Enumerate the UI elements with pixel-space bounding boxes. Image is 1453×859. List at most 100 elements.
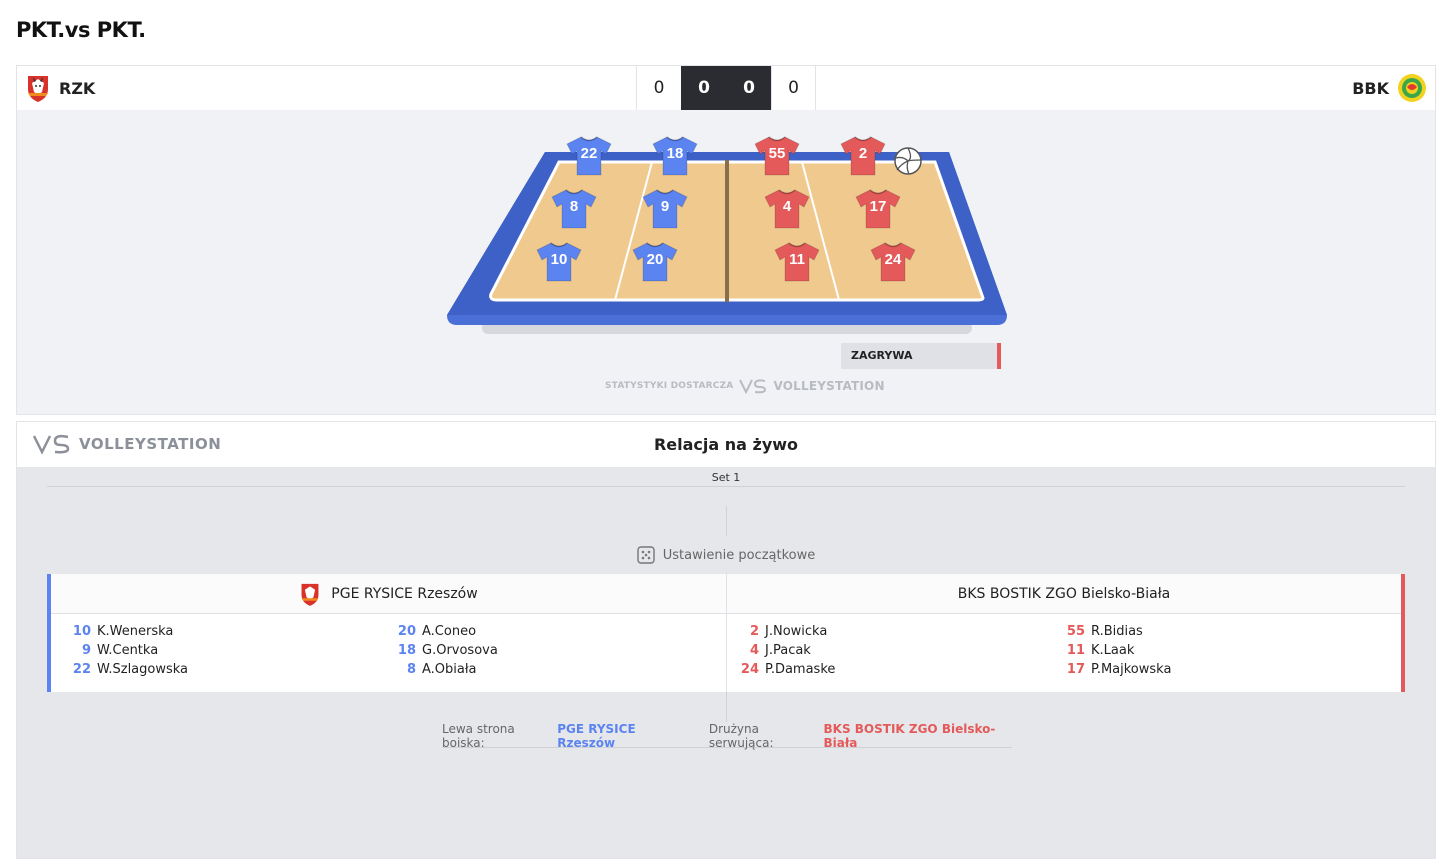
home-lineup-col1: 10 K.Wenerska 9 W.Centka 22 W.Szlagowska — [61, 622, 188, 679]
volleyball-icon — [894, 147, 922, 175]
serving-label: Drużyna serwująca: — [708, 721, 774, 750]
away-lineup-header: BKS BOSTIK ZGO Bielsko-Biała — [727, 574, 1401, 614]
initial-lineup-heading: Ustawienie początkowe — [17, 546, 1435, 564]
player-number: 8 — [406, 662, 416, 677]
away-lineup-col1: 2 J.Nowicka 4 J.Pacak 24 P.Damaske — [729, 622, 835, 679]
away-player-jersey[interactable]: 4 — [763, 188, 811, 230]
lineup-player: 18 G.Orvosova — [386, 641, 498, 660]
score-boxes: 0 0 0 0 — [636, 66, 816, 110]
lineup-player: 4 J.Pacak — [729, 641, 835, 660]
player-number: 11 — [1066, 643, 1085, 658]
timeline-connector — [726, 506, 727, 536]
player-number: 22 — [72, 662, 91, 677]
lineup-player: 17 P.Majkowska — [1055, 660, 1172, 679]
jersey-number: 4 — [782, 198, 792, 215]
away-player-jersey[interactable]: 55 — [753, 135, 801, 177]
player-name: A.Coneo — [422, 624, 477, 639]
player-name: P.Damaske — [765, 662, 836, 677]
jersey-number: 18 — [666, 145, 684, 162]
player-name: W.Szlagowska — [97, 662, 189, 677]
away-lineup: BKS BOSTIK ZGO Bielsko-Biała 2 J.Nowicka 4… — [726, 574, 1405, 692]
lineup-player: 8 A.Obiała — [386, 660, 498, 679]
jersey-number: 20 — [646, 251, 664, 268]
scoreboard: RZK 0 0 0 0 BBK — [16, 65, 1436, 111]
home-player-jersey[interactable]: 8 — [550, 188, 598, 230]
player-number: 55 — [1066, 624, 1085, 639]
court-panel: 22 18 8 9 10 20 55 2 4 17 11 24 ZAGRYWA STATYSTYKI … — [16, 110, 1436, 415]
away-player-jersey[interactable]: 24 — [869, 241, 917, 283]
away-player-jersey[interactable]: 11 — [773, 241, 821, 283]
lineup-grid-icon — [637, 546, 655, 564]
home-team-logo-icon — [301, 583, 319, 606]
lineup-player: 2 J.Nowicka — [729, 622, 835, 641]
player-name: K.Wenerska — [97, 624, 174, 639]
away-team[interactable]: BBK — [1352, 66, 1427, 110]
player-number: 9 — [81, 643, 91, 658]
player-number: 20 — [397, 624, 416, 639]
initial-lineup-label: Ustawienie początkowe — [662, 547, 816, 563]
jersey-number: 2 — [858, 145, 868, 162]
lineup-player: 22 W.Szlagowska — [61, 660, 188, 679]
initial-lineup: PGE RYSICE Rzeszów 10 K.Wenerska 9 W.Centka… — [47, 574, 1405, 692]
stats-provider: STATYSTYKI DOSTARCZA VOLLEYSTATION — [605, 378, 885, 394]
home-team-name: PGE RYSICE Rzeszów — [331, 585, 478, 602]
jersey-number: 17 — [869, 198, 887, 215]
set-label: Set 1 — [47, 468, 1405, 487]
away-player-jersey[interactable]: 17 — [854, 188, 902, 230]
side-serve-info: Lewa strona boiska: PGE RYSICE Rzeszów D… — [442, 721, 1012, 750]
player-number: 4 — [749, 643, 759, 658]
left-side-team: PGE RYSICE Rzeszów — [557, 721, 636, 750]
lineup-player: 9 W.Centka — [61, 641, 188, 660]
home-lineup-header: PGE RYSICE Rzeszów — [51, 574, 726, 614]
player-number: 24 — [740, 662, 759, 677]
left-side-label: Lewa strona boiska: — [442, 721, 515, 750]
timeline-connector — [726, 692, 727, 722]
player-number: 10 — [72, 624, 91, 639]
jersey-number: 24 — [884, 251, 902, 268]
home-team[interactable]: RZK — [25, 66, 95, 110]
jersey-number: 55 — [768, 145, 786, 162]
player-name: W.Centka — [97, 643, 159, 658]
jersey-number: 22 — [580, 145, 598, 162]
lineup-player: 10 K.Wenerska — [61, 622, 188, 641]
away-team-logo-icon — [1398, 74, 1426, 102]
player-number: 17 — [1066, 662, 1085, 677]
jersey-number: 9 — [660, 198, 670, 215]
provider-name: VOLLEYSTATION — [773, 379, 885, 393]
provider-prefix: STATYSTYKI DOSTARCZA — [605, 381, 734, 391]
home-player-jersey[interactable]: 20 — [631, 241, 679, 283]
player-name: A.Obiała — [422, 662, 477, 677]
home-player-jersey[interactable]: 18 — [651, 135, 699, 177]
home-player-jersey[interactable]: 22 — [565, 135, 613, 177]
lineup-player: 20 A.Coneo — [386, 622, 498, 641]
away-player-jersey[interactable]: 2 — [839, 135, 887, 177]
player-name: K.Laak — [1091, 643, 1135, 658]
home-player-jersey[interactable]: 9 — [641, 188, 689, 230]
home-sets: 0 — [681, 66, 726, 110]
lineup-player: 55 R.Bidias — [1055, 622, 1171, 641]
lineup-player: 24 P.Damaske — [729, 660, 835, 679]
player-number: 2 — [749, 624, 759, 639]
player-number: 18 — [397, 643, 416, 658]
home-lineup-col2: 20 A.Coneo 18 G.Orvosova 8 A.Obiała — [386, 622, 498, 679]
home-points: 0 — [636, 66, 681, 110]
home-player-jersey[interactable]: 10 — [535, 241, 583, 283]
home-lineup: PGE RYSICE Rzeszów 10 K.Wenerska 9 W.Centka… — [47, 574, 726, 692]
away-team-name: BKS BOSTIK ZGO Bielsko-Biała — [957, 585, 1171, 602]
player-name: R.Bidias — [1091, 624, 1143, 639]
away-lineup-col2: 55 R.Bidias 11 K.Laak 17 P.Majkowska — [1055, 622, 1172, 679]
live-report-panel: VOLLEYSTATION Relacja na żywo Set 1 Usta… — [16, 421, 1436, 859]
serving-team: BKS BOSTIK ZGO Bielsko-Biała — [823, 721, 996, 750]
player-name: J.Nowicka — [765, 624, 828, 639]
page-title: PKT.vs PKT. — [16, 18, 146, 42]
home-team-logo-icon — [28, 76, 48, 102]
player-name: G.Orvosova — [422, 643, 498, 658]
jersey-number: 10 — [550, 251, 568, 268]
volleyball-court — [447, 152, 1007, 334]
player-name: P.Majkowska — [1091, 662, 1172, 677]
away-sets: 0 — [726, 66, 771, 110]
away-points: 0 — [771, 66, 816, 110]
jersey-number: 8 — [569, 198, 579, 215]
home-team-abbr: RZK — [59, 78, 96, 98]
jersey-number: 11 — [789, 251, 805, 268]
